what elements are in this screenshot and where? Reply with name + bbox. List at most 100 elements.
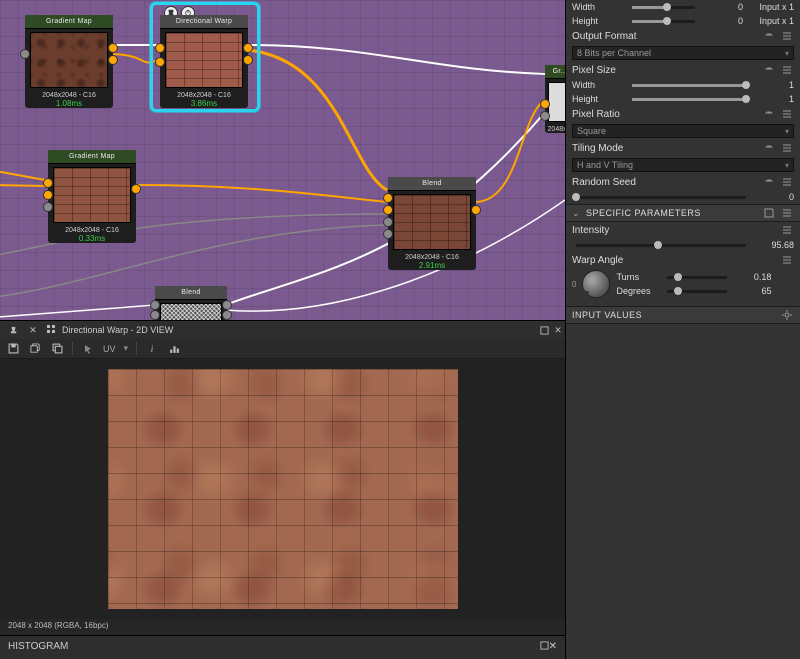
histogram-bar: HISTOGRAM ✕	[0, 635, 565, 657]
height-slider[interactable]	[632, 20, 695, 23]
gear-icon[interactable]	[780, 309, 794, 321]
node-title: Gradient Map	[48, 150, 136, 164]
output-format-dropdown[interactable]: 8 Bits per Channel ▾	[572, 46, 794, 60]
save-icon[interactable]	[6, 342, 20, 356]
view-2d-canvas[interactable]	[0, 359, 565, 619]
node-graph[interactable]: Gradient Map 2048x2048 - C16 1.08ms Dire…	[0, 0, 565, 320]
intensity-slider-row: 95.68	[566, 238, 800, 252]
close-icon[interactable]: ✕	[26, 323, 40, 337]
uv-label[interactable]: UV	[103, 344, 116, 354]
input-port[interactable]	[155, 57, 165, 67]
tiling-mode-row: Tiling Mode	[566, 140, 800, 156]
node-blend-1[interactable]: Blend 2048x2048 - C16 2.91ms	[388, 177, 476, 270]
output-port[interactable]	[131, 184, 141, 194]
input-port[interactable]	[540, 99, 550, 109]
save-all-icon[interactable]	[28, 342, 42, 356]
input-port[interactable]	[540, 111, 550, 121]
output-format-row: Output Format	[566, 28, 800, 44]
link-icon[interactable]	[762, 142, 776, 154]
menu-icon[interactable]	[780, 207, 794, 219]
output-port[interactable]	[471, 205, 481, 215]
output-port[interactable]	[222, 310, 232, 320]
output-port[interactable]	[243, 55, 253, 65]
pixel-height-slider[interactable]	[632, 98, 746, 101]
node-blend-2[interactable]: Blend	[155, 286, 227, 320]
height-unit: Input x 1	[749, 16, 794, 26]
tiling-mode-dropdown[interactable]: H and V Tiling▾	[572, 158, 794, 172]
link-icon[interactable]	[762, 30, 776, 42]
width-slider[interactable]	[632, 6, 695, 9]
input-port[interactable]	[155, 43, 165, 53]
link-icon[interactable]	[762, 108, 776, 120]
node-directional-warp[interactable]: Directional Warp 2048x2048 - C16 3.86ms	[160, 15, 248, 108]
chevron-down-icon: ▾	[785, 49, 789, 58]
section-input-values[interactable]: INPUT VALUES	[566, 306, 800, 324]
view-2d-panel: ✕ Directional Warp - 2D VIEW ✕ UV ▾ i 20…	[0, 320, 565, 659]
input-port[interactable]	[43, 178, 53, 188]
random-seed-slider[interactable]	[576, 196, 746, 199]
separator	[136, 342, 137, 355]
output-port[interactable]	[243, 43, 253, 53]
section-title: INPUT VALUES	[572, 310, 642, 320]
intensity-value: 95.68	[756, 240, 794, 250]
maximize-icon[interactable]	[537, 323, 551, 337]
input-port[interactable]	[150, 310, 160, 320]
copy-icon[interactable]	[50, 342, 64, 356]
intensity-slider[interactable]	[576, 244, 746, 247]
node-partial-right[interactable]: Gr... 2048x...	[545, 65, 565, 133]
menu-icon[interactable]	[780, 108, 794, 120]
dropdown-value: Square	[577, 126, 606, 136]
input-port[interactable]	[20, 49, 30, 59]
width-value: 0	[705, 2, 743, 12]
warp-angle-control: 0 Turns 0.18 Degrees 65	[566, 268, 800, 300]
link-icon[interactable]	[762, 176, 776, 188]
chevron-down-icon[interactable]: ▾	[124, 343, 129, 354]
info-icon[interactable]: i	[145, 342, 159, 356]
node-resolution: 2048x2048 - C16	[388, 254, 476, 261]
pixel-size-row: Pixel Size	[566, 62, 800, 78]
node-gradient-map-1[interactable]: Gradient Map 2048x2048 - C16 1.08ms	[25, 15, 113, 108]
menu-icon[interactable]	[780, 224, 794, 236]
close-icon[interactable]: ✕	[551, 323, 565, 337]
cursor-icon[interactable]	[81, 342, 95, 356]
histogram-icon[interactable]	[167, 342, 181, 356]
dropdown-value: 8 Bits per Channel	[577, 48, 651, 58]
save-icon[interactable]	[762, 207, 776, 219]
link-icon[interactable]	[762, 64, 776, 76]
view-2d-tab[interactable]: ✕ Directional Warp - 2D VIEW	[0, 321, 179, 339]
output-port[interactable]	[222, 300, 232, 310]
close-icon[interactable]: ✕	[549, 641, 557, 652]
height-label: Height	[572, 16, 622, 26]
node-thumbnail	[393, 194, 471, 250]
degrees-slider[interactable]	[667, 290, 727, 293]
menu-icon[interactable]	[780, 254, 794, 266]
pixel-ratio-dropdown[interactable]: Square▾	[572, 124, 794, 138]
pixel-width-slider[interactable]	[632, 84, 746, 87]
maximize-icon[interactable]	[540, 641, 549, 653]
input-port[interactable]	[383, 229, 393, 239]
pixel-size-label: Pixel Size	[572, 65, 616, 76]
node-title: Gr...	[545, 65, 565, 79]
node-gradient-map-2[interactable]: Gradient Map 2048x2048 - C16 0.33ms	[48, 150, 136, 243]
dropdown-value: H and V Tiling	[577, 160, 633, 170]
histogram-title[interactable]: HISTOGRAM	[8, 641, 68, 652]
output-port[interactable]	[108, 43, 118, 53]
menu-icon[interactable]	[780, 64, 794, 76]
output-port[interactable]	[108, 55, 118, 65]
section-specific-parameters[interactable]: ⌄ SPECIFIC PARAMETERS	[566, 204, 800, 222]
input-port[interactable]	[43, 202, 53, 212]
angle-dial[interactable]	[582, 270, 610, 298]
menu-icon[interactable]	[780, 142, 794, 154]
input-port[interactable]	[43, 190, 53, 200]
pin-icon[interactable]	[6, 323, 20, 337]
menu-icon[interactable]	[780, 176, 794, 188]
pixel-height-label: Height	[572, 94, 622, 104]
random-seed-value: 0	[756, 192, 794, 202]
turns-slider[interactable]	[667, 276, 727, 279]
menu-icon[interactable]	[780, 30, 794, 42]
node-thumbnail	[53, 167, 131, 223]
input-port[interactable]	[150, 300, 160, 310]
input-port[interactable]	[383, 205, 393, 215]
input-port[interactable]	[383, 193, 393, 203]
input-port[interactable]	[383, 217, 393, 227]
